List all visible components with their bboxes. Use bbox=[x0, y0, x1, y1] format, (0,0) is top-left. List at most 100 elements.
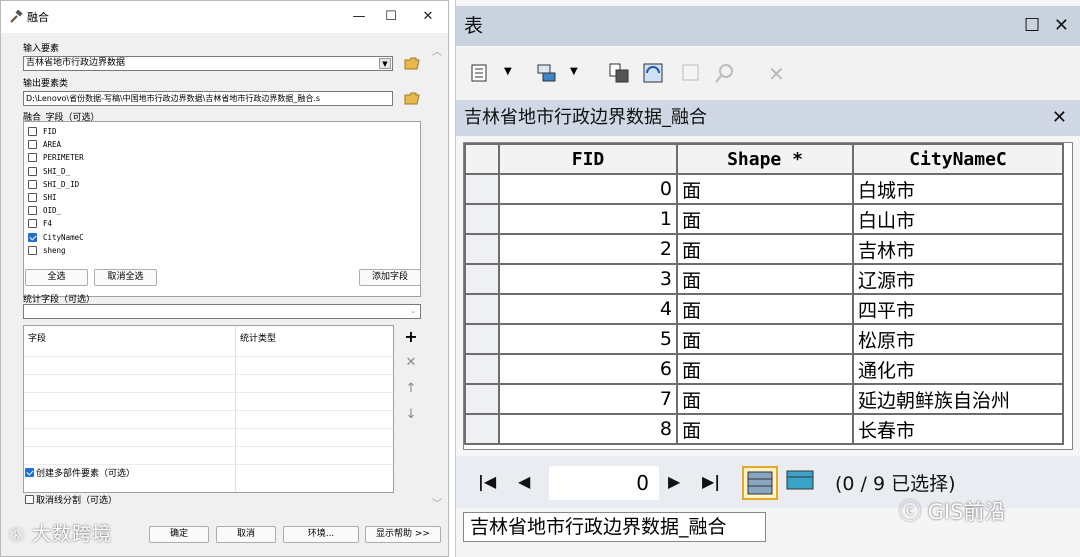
browse-folder-icon[interactable] bbox=[404, 92, 420, 105]
delete-selected-icon[interactable]: ✕ bbox=[768, 62, 785, 86]
cell-fid[interactable]: 2 bbox=[498, 233, 678, 265]
current-record-input[interactable]: 0 bbox=[549, 466, 659, 500]
cell-fid[interactable]: 4 bbox=[498, 293, 678, 325]
table-row[interactable]: 6 面通化市 bbox=[464, 353, 1064, 385]
row-selector[interactable] bbox=[464, 383, 500, 415]
column-header-cityname[interactable]: CityNameC bbox=[852, 143, 1064, 175]
restore-icon[interactable]: ☐ bbox=[1024, 15, 1040, 36]
table-bottom-tab[interactable]: 吉林省地市行政边界数据_融合 bbox=[463, 512, 766, 542]
cell-fid[interactable]: 6 bbox=[498, 353, 678, 385]
table-row[interactable]: 5 面松原市 bbox=[464, 323, 1064, 355]
switch-selection-icon[interactable] bbox=[642, 62, 664, 84]
field-checkbox[interactable] bbox=[28, 219, 37, 229]
field-checkbox[interactable] bbox=[28, 245, 37, 255]
row-selector[interactable] bbox=[464, 233, 500, 265]
dialog-scrollbar[interactable]: ︿ ﹀ bbox=[432, 43, 444, 513]
add-field-button[interactable]: 添加字段 bbox=[359, 269, 421, 286]
cell-shape[interactable]: 面 bbox=[676, 173, 854, 205]
table-row[interactable]: 0 面白城市 bbox=[464, 173, 1064, 205]
cell-fid[interactable]: 8 bbox=[498, 413, 678, 445]
row-selector[interactable] bbox=[464, 263, 500, 295]
field-item[interactable]: AREA bbox=[28, 138, 61, 151]
column-header-shape[interactable]: Shape * bbox=[676, 143, 854, 175]
cell-shape[interactable]: 面 bbox=[676, 413, 854, 445]
row-selector[interactable] bbox=[464, 203, 500, 235]
zoom-to-selected-icon[interactable] bbox=[714, 62, 736, 84]
cell-fid[interactable]: 1 bbox=[498, 203, 678, 235]
field-item[interactable]: OID_ bbox=[28, 204, 61, 217]
field-item[interactable]: F4 bbox=[28, 217, 52, 230]
unsplit-lines-checkbox[interactable] bbox=[25, 495, 34, 504]
clear-selection-icon[interactable] bbox=[680, 62, 702, 84]
multipart-checkbox-row[interactable]: 创建多部件要素（可选） bbox=[25, 466, 135, 479]
scroll-down-icon[interactable]: ﹀ bbox=[432, 495, 442, 510]
minimize-button[interactable]: — bbox=[351, 9, 367, 25]
row-selector[interactable] bbox=[464, 173, 500, 205]
table-row[interactable]: 2 面吉林市 bbox=[464, 233, 1064, 265]
next-record-icon[interactable]: ▶ bbox=[668, 472, 680, 491]
related-tables-icon[interactable] bbox=[536, 62, 558, 84]
cell-shape[interactable]: 面 bbox=[676, 383, 854, 415]
table-row[interactable]: 8 面长春市 bbox=[464, 413, 1064, 445]
field-item[interactable]: CityNameC bbox=[28, 231, 84, 244]
cell-cityname[interactable]: 长春市 bbox=[852, 413, 1064, 445]
cell-cityname[interactable]: 四平市 bbox=[852, 293, 1064, 325]
cell-cityname[interactable]: 松原市 bbox=[852, 323, 1064, 355]
maximize-button[interactable]: ☐ bbox=[383, 9, 399, 25]
add-row-icon[interactable]: + bbox=[403, 329, 419, 345]
row-selector[interactable] bbox=[464, 293, 500, 325]
open-folder-icon[interactable] bbox=[404, 57, 420, 70]
ok-button[interactable]: 确定 bbox=[149, 526, 209, 543]
delete-row-icon[interactable]: ✕ bbox=[403, 355, 419, 371]
column-header-fid[interactable]: FID bbox=[498, 143, 678, 175]
field-item[interactable]: SHI bbox=[28, 191, 57, 204]
field-item[interactable]: sheng bbox=[28, 244, 66, 257]
table-row[interactable]: 7 面延边朝鲜族自治州 bbox=[464, 383, 1064, 415]
scroll-up-icon[interactable]: ︿ bbox=[432, 43, 442, 58]
show-help-button[interactable]: 显示帮助 >> bbox=[365, 526, 441, 543]
chevron-down-icon[interactable]: ▼ bbox=[570, 66, 578, 77]
select-by-attributes-icon[interactable] bbox=[608, 62, 630, 84]
field-item[interactable]: SHI_D_ bbox=[28, 165, 70, 178]
chevron-down-icon[interactable]: ▼ bbox=[504, 66, 512, 77]
cell-fid[interactable]: 7 bbox=[498, 383, 678, 415]
field-checkbox[interactable] bbox=[28, 166, 37, 176]
row-selector[interactable] bbox=[464, 353, 500, 385]
field-checkbox[interactable] bbox=[28, 179, 37, 189]
cell-cityname[interactable]: 通化市 bbox=[852, 353, 1064, 385]
field-item[interactable]: PERIMETER bbox=[28, 151, 84, 164]
cell-shape[interactable]: 面 bbox=[676, 233, 854, 265]
field-checkbox[interactable] bbox=[28, 127, 37, 136]
close-button[interactable]: ✕ bbox=[420, 9, 436, 25]
last-record-icon[interactable]: ▶| bbox=[702, 472, 720, 491]
select-all-button[interactable]: 全选 bbox=[25, 269, 88, 286]
first-record-icon[interactable]: |◀ bbox=[478, 472, 496, 491]
previous-record-icon[interactable]: ◀ bbox=[518, 472, 530, 491]
move-up-icon[interactable]: ↑ bbox=[403, 381, 419, 397]
table-row[interactable]: 4 面四平市 bbox=[464, 293, 1064, 325]
cell-shape[interactable]: 面 bbox=[676, 263, 854, 295]
output-feature-class-input[interactable]: D:\Lenovo\省份数据-写稿\中国地市行政边界数据\吉林省地市行政边界数据… bbox=[23, 91, 393, 106]
show-selected-records-icon[interactable] bbox=[786, 468, 814, 494]
move-down-icon[interactable]: ↓ bbox=[403, 407, 419, 423]
table-row[interactable]: 1 面白山市 bbox=[464, 203, 1064, 235]
cell-fid[interactable]: 3 bbox=[498, 263, 678, 295]
close-icon[interactable]: ✕ bbox=[1054, 15, 1069, 36]
row-selector[interactable] bbox=[464, 323, 500, 355]
input-features-combo[interactable]: 吉林省地市行政边界数据 ▼ bbox=[23, 56, 393, 71]
cell-cityname[interactable]: 辽源市 bbox=[852, 263, 1064, 295]
row-selector[interactable] bbox=[464, 413, 500, 445]
row-selector-header[interactable] bbox=[464, 143, 500, 175]
cancel-button[interactable]: 取消 bbox=[216, 526, 276, 543]
cell-shape[interactable]: 面 bbox=[676, 353, 854, 385]
field-checkbox[interactable] bbox=[28, 206, 37, 216]
close-tab-icon[interactable]: ✕ bbox=[1052, 100, 1067, 136]
show-all-records-icon[interactable] bbox=[742, 466, 778, 500]
chevron-down-icon[interactable]: ⌄ bbox=[407, 306, 419, 317]
cell-shape[interactable]: 面 bbox=[676, 293, 854, 325]
clear-all-button[interactable]: 取消全选 bbox=[94, 269, 157, 286]
cell-shape[interactable]: 面 bbox=[676, 323, 854, 355]
cell-cityname[interactable]: 吉林市 bbox=[852, 233, 1064, 265]
field-checkbox[interactable] bbox=[28, 153, 37, 163]
table-row[interactable]: 3 面辽源市 bbox=[464, 263, 1064, 295]
